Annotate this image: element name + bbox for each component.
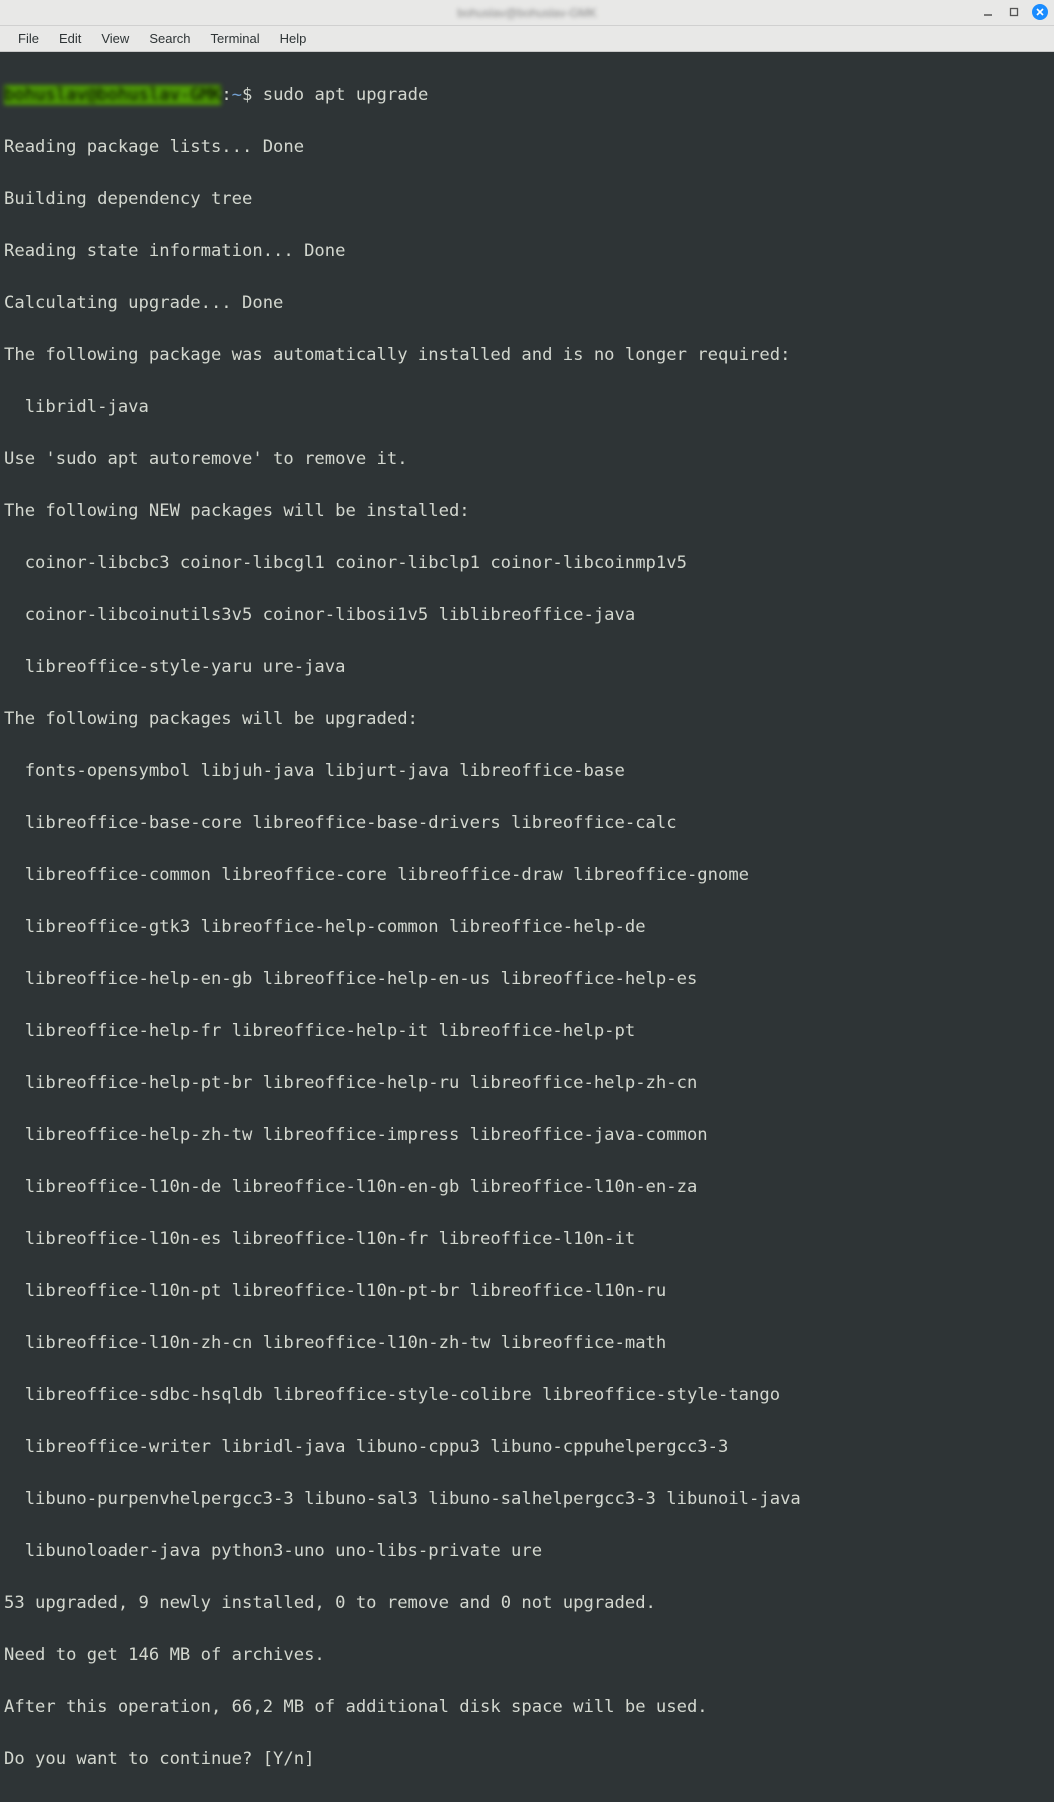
output-line: libreoffice-help-zh-tw libreoffice-impre… bbox=[4, 1122, 1050, 1148]
output-line: libreoffice-style-yaru ure-java bbox=[4, 654, 1050, 680]
output-line: Reading state information... Done bbox=[4, 238, 1050, 264]
menu-help[interactable]: Help bbox=[270, 27, 317, 50]
output-line: libreoffice-common libreoffice-core libr… bbox=[4, 862, 1050, 888]
output-line: libreoffice-l10n-de libreoffice-l10n-en-… bbox=[4, 1174, 1050, 1200]
menu-edit[interactable]: Edit bbox=[49, 27, 91, 50]
output-line: libunoloader-java python3-uno uno-libs-p… bbox=[4, 1538, 1050, 1564]
output-line: coinor-libcbc3 coinor-libcgl1 coinor-lib… bbox=[4, 550, 1050, 576]
output-line: libuno-purpenvhelpergcc3-3 libuno-sal3 l… bbox=[4, 1486, 1050, 1512]
output-line: libridl-java bbox=[4, 394, 1050, 420]
maximize-button[interactable] bbox=[1006, 4, 1022, 20]
output-line: 53 upgraded, 9 newly installed, 0 to rem… bbox=[4, 1590, 1050, 1616]
output-line: Reading package lists... Done bbox=[4, 134, 1050, 160]
prompt-user: bohuslav@bohuslav-GMK bbox=[4, 85, 221, 105]
prompt-path: ~ bbox=[232, 85, 242, 105]
output-line: libreoffice-help-pt-br libreoffice-help-… bbox=[4, 1070, 1050, 1096]
titlebar[interactable]: bohuslav@bohuslav-GMK bbox=[0, 0, 1054, 26]
output-line: libreoffice-gtk3 libreoffice-help-common… bbox=[4, 914, 1050, 940]
output-line: The following packages will be upgraded: bbox=[4, 706, 1050, 732]
output-line: Need to get 146 MB of archives. bbox=[4, 1642, 1050, 1668]
close-button[interactable] bbox=[1032, 4, 1048, 20]
output-line: libreoffice-l10n-pt libreoffice-l10n-pt-… bbox=[4, 1278, 1050, 1304]
output-line: The following package was automatically … bbox=[4, 342, 1050, 368]
terminal-output[interactable]: bohuslav@bohuslav-GMK:~$ sudo apt upgrad… bbox=[0, 52, 1054, 1802]
output-line: libreoffice-writer libridl-java libuno-c… bbox=[4, 1434, 1050, 1460]
prompt-dollar: $ bbox=[242, 85, 263, 105]
output-line: libreoffice-help-fr libreoffice-help-it … bbox=[4, 1018, 1050, 1044]
output-line: Do you want to continue? [Y/n] bbox=[4, 1746, 1050, 1772]
output-line: libreoffice-help-en-gb libreoffice-help-… bbox=[4, 966, 1050, 992]
output-line: libreoffice-base-core libreoffice-base-d… bbox=[4, 810, 1050, 836]
minimize-button[interactable] bbox=[980, 4, 996, 20]
command-text: sudo apt upgrade bbox=[263, 85, 429, 105]
output-line: coinor-libcoinutils3v5 coinor-libosi1v5 … bbox=[4, 602, 1050, 628]
menu-search[interactable]: Search bbox=[139, 27, 200, 50]
output-line: libreoffice-sdbc-hsqldb libreoffice-styl… bbox=[4, 1382, 1050, 1408]
prompt-sep: : bbox=[221, 85, 231, 105]
menu-terminal[interactable]: Terminal bbox=[201, 27, 270, 50]
output-line: libreoffice-l10n-zh-cn libreoffice-l10n-… bbox=[4, 1330, 1050, 1356]
output-line: fonts-opensymbol libjuh-java libjurt-jav… bbox=[4, 758, 1050, 784]
menubar: File Edit View Search Terminal Help bbox=[0, 26, 1054, 52]
window-title: bohuslav@bohuslav-GMK bbox=[457, 6, 597, 20]
output-line: Calculating upgrade... Done bbox=[4, 290, 1050, 316]
menu-file[interactable]: File bbox=[8, 27, 49, 50]
output-line: libreoffice-l10n-es libreoffice-l10n-fr … bbox=[4, 1226, 1050, 1252]
menu-view[interactable]: View bbox=[91, 27, 139, 50]
output-line: Use 'sudo apt autoremove' to remove it. bbox=[4, 446, 1050, 472]
window-controls bbox=[980, 4, 1048, 20]
output-line: The following NEW packages will be insta… bbox=[4, 498, 1050, 524]
output-line: Building dependency tree bbox=[4, 186, 1050, 212]
output-line: After this operation, 66,2 MB of additio… bbox=[4, 1694, 1050, 1720]
